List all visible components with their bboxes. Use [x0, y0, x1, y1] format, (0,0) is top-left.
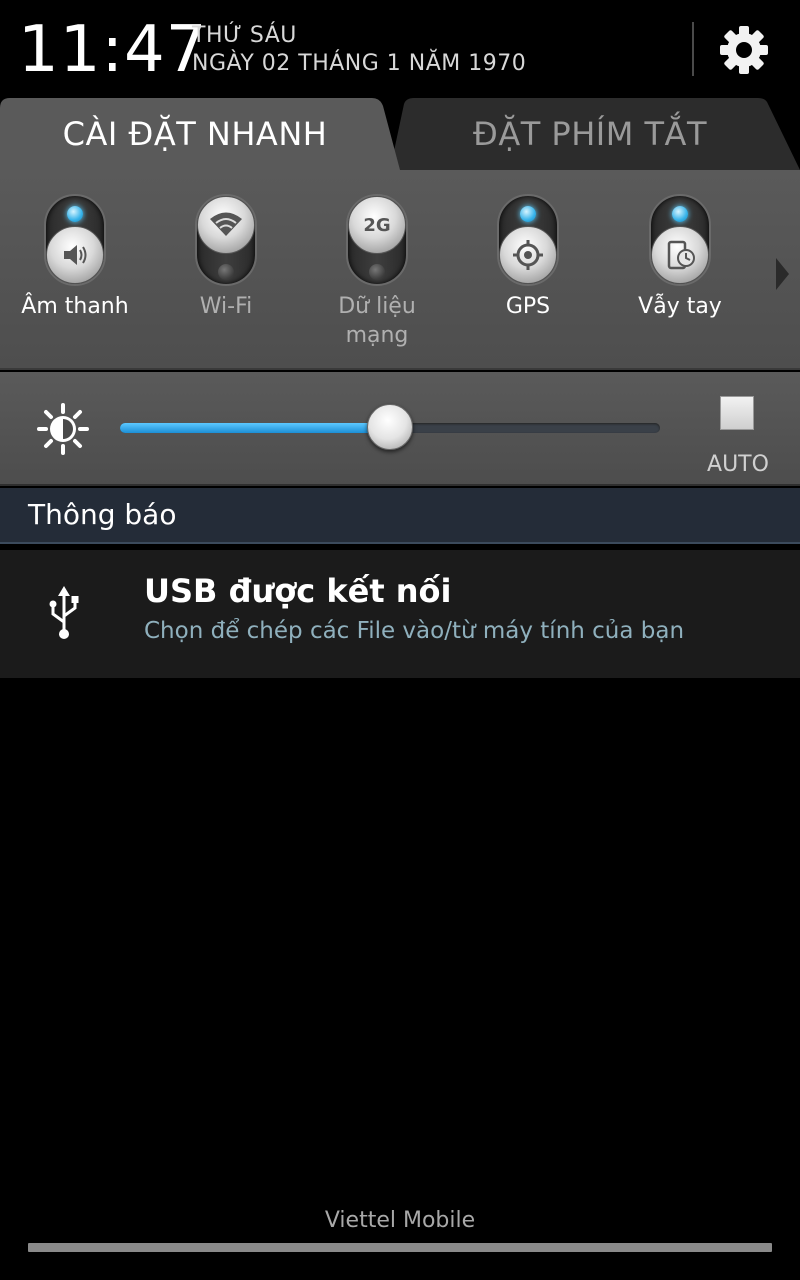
gear-icon — [720, 26, 768, 74]
toggle-wifi-label: Wi-Fi — [199, 294, 253, 319]
tab-quick-settings-label: CÀI ĐẶT NHANH — [62, 115, 328, 153]
date-label: NGÀY 02 THÁNG 1 NĂM 1970 — [192, 51, 527, 76]
notifications-header: Thông báo — [0, 488, 800, 544]
toggle-gesture-label: Vẫy tay — [638, 294, 722, 319]
tab-quick-settings[interactable]: CÀI ĐẶT NHANH — [0, 98, 400, 170]
speaker-icon — [64, 245, 87, 265]
tab-shortcuts-label: ĐẶT PHÍM TẮT — [473, 115, 707, 153]
drag-handle[interactable] — [28, 1243, 772, 1252]
weekday-label: THỨ SÁU — [192, 23, 297, 48]
gesture-phone-icon — [667, 240, 695, 270]
slider-fill — [120, 423, 390, 433]
2g-icon: 2G — [363, 214, 391, 236]
toggle-knob — [197, 196, 255, 254]
header-divider — [692, 22, 694, 76]
toggle-knob — [499, 226, 557, 284]
toggle-switch — [44, 194, 106, 286]
toggle-knob — [651, 226, 709, 284]
quick-settings-next[interactable] — [774, 258, 790, 294]
toggle-knob — [46, 226, 104, 284]
settings-button[interactable] — [712, 20, 776, 80]
toggle-knob: 2G — [348, 196, 406, 254]
toggle-sound[interactable]: Âm thanh — [0, 194, 150, 321]
toggle-switch — [195, 194, 257, 286]
auto-brightness-checkbox[interactable] — [720, 396, 754, 430]
gps-icon — [513, 240, 543, 270]
toggle-sound-label: Âm thanh — [21, 294, 129, 319]
tab-shortcuts[interactable]: ĐẶT PHÍM TẮT — [390, 98, 800, 170]
toggle-switch: 2G — [346, 194, 408, 286]
led-indicator — [520, 206, 536, 222]
clock: 11:47 — [18, 13, 208, 87]
tab-bar: ĐẶT PHÍM TẮT CÀI ĐẶT NHANH — [0, 98, 800, 170]
brightness-slider[interactable] — [120, 404, 660, 450]
notification-usb[interactable]: USB được kết nối Chọn để chép các File v… — [0, 550, 800, 678]
toggle-gesture[interactable]: Vẫy tay — [605, 194, 755, 321]
status-header: 11:47 THỨ SÁU NGÀY 02 THÁNG 1 NĂM 1970 — [0, 0, 800, 98]
carrier-label: Viettel Mobile — [324, 1208, 476, 1233]
brightness-row: AUTO — [0, 372, 800, 486]
brightness-icon — [36, 402, 90, 460]
notifications-title: Thông báo — [28, 498, 177, 531]
notification-subtitle: Chọn để chép các File vào/từ máy tính củ… — [144, 618, 685, 644]
usb-icon — [46, 586, 82, 646]
toggle-wifi[interactable]: Wi-Fi — [151, 194, 301, 321]
toggle-switch — [649, 194, 711, 286]
date-block: THỨ SÁU NGÀY 02 THÁNG 1 NĂM 1970 — [192, 22, 526, 78]
led-indicator — [369, 264, 385, 280]
quick-settings-panel: Âm thanh Wi-Fi 2G Dữ liệu mạng GPS Vẫy t… — [0, 170, 800, 370]
toggle-mobile-data-label: Dữ liệu mạng — [338, 294, 416, 348]
auto-brightness-label: AUTO — [707, 452, 769, 477]
led-indicator — [218, 264, 234, 280]
led-indicator — [672, 206, 688, 222]
led-indicator — [67, 206, 83, 222]
toggle-switch — [497, 194, 559, 286]
toggle-gps[interactable]: GPS — [453, 194, 603, 321]
slider-thumb[interactable] — [367, 404, 413, 450]
wifi-icon — [210, 212, 242, 236]
chevron-right-icon — [776, 258, 789, 290]
toggle-gps-label: GPS — [505, 294, 551, 319]
notification-title: USB được kết nối — [144, 572, 452, 610]
toggle-mobile-data[interactable]: 2G Dữ liệu mạng — [302, 194, 452, 350]
